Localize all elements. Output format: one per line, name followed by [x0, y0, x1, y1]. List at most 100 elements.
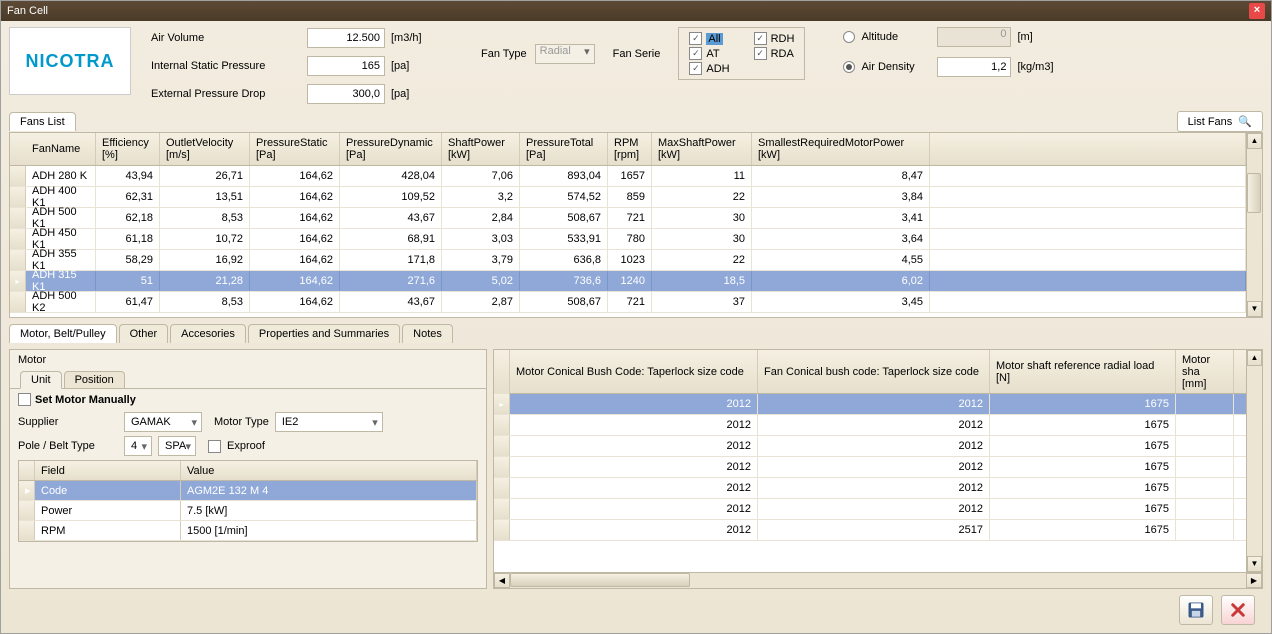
col-radial-load[interactable]: Motor shaft reference radial load[N] — [990, 350, 1176, 393]
save-button[interactable] — [1179, 595, 1213, 625]
table-row[interactable]: 201220121675 — [494, 436, 1246, 457]
motor-table: Field Value ▸CodeAGM2E 132 M 4Power7.5 [… — [18, 460, 478, 542]
isp-label: Internal Static Pressure — [151, 60, 301, 72]
close-icon[interactable]: × — [1249, 3, 1265, 19]
col-pressure-dynamic[interactable]: PressureDynamic[Pa] — [340, 133, 442, 165]
fan-serie-label: Fan Serie — [613, 48, 661, 60]
table-row[interactable]: ADH 500 K261,478,53164,6243,672,87508,67… — [10, 292, 1246, 313]
checkbox-adh[interactable] — [689, 62, 702, 75]
tab-other[interactable]: Other — [119, 324, 169, 343]
belt-dropdown[interactable]: SPA — [158, 436, 196, 456]
motor-type-dropdown[interactable]: IE2 — [275, 412, 383, 432]
table-row[interactable]: Power7.5 [kW] — [19, 501, 477, 521]
tab-unit[interactable]: Unit — [20, 371, 62, 389]
col-efficiency[interactable]: Efficiency[%] — [96, 133, 160, 165]
col-outlet-velocity[interactable]: OutletVelocity[m/s] — [160, 133, 250, 165]
table-row[interactable]: 201225171675 — [494, 520, 1246, 541]
table-row[interactable]: ▸CodeAGM2E 132 M 4 — [19, 481, 477, 501]
table-row[interactable]: 201220121675 — [494, 499, 1246, 520]
serie-adh: ADH — [706, 63, 729, 75]
checkbox-rdh[interactable] — [754, 32, 767, 45]
epd-input[interactable] — [307, 84, 385, 104]
table-row[interactable]: RPM1500 [1/min] — [19, 521, 477, 541]
table-row[interactable]: ▸201220121675 — [494, 394, 1246, 415]
table-row[interactable]: ADH 450 K161,1810,72164,6268,913,03533,9… — [10, 229, 1246, 250]
scroll-left-icon[interactable]: ◀ — [494, 573, 510, 588]
tab-fans-list[interactable]: Fans List — [9, 112, 76, 131]
col-pressure-static[interactable]: PressureStatic[Pa] — [250, 133, 340, 165]
close-button[interactable] — [1221, 595, 1255, 625]
epd-unit: [pa] — [391, 88, 431, 100]
checkbox-at[interactable] — [689, 47, 702, 60]
col-smallest-motor[interactable]: SmallestRequiredMotorPower[kW] — [752, 133, 930, 165]
scroll-up-icon[interactable]: ▲ — [1247, 350, 1262, 366]
col-max-shaft[interactable]: MaxShaftPower[kW] — [652, 133, 752, 165]
motor-content: Set Motor Manually Supplier GAMAK Motor … — [10, 388, 486, 588]
supplier-dropdown[interactable]: GAMAK — [124, 412, 202, 432]
set-manually-label: Set Motor Manually — [35, 394, 136, 406]
air-volume-input[interactable] — [307, 28, 385, 48]
table-row[interactable]: 201220121675 — [494, 457, 1246, 478]
bottom-section: Motor Unit Position Set Motor Manually S… — [9, 349, 1263, 589]
motor-panel: Motor Unit Position Set Motor Manually S… — [9, 349, 487, 589]
radio-air-density[interactable] — [843, 61, 855, 73]
scroll-right-icon[interactable]: ▶ — [1246, 573, 1262, 588]
checkbox-exproof[interactable] — [208, 440, 221, 453]
tabs-row: Fans List List Fans 🔍 — [9, 111, 1263, 132]
tab-properties[interactable]: Properties and Summaries — [248, 324, 400, 343]
col-motor-bush[interactable]: Motor Conical Bush Code: Taperlock size … — [510, 350, 758, 393]
col-fan-bush[interactable]: Fan Conical bush code: Taperlock size co… — [758, 350, 990, 393]
col-field[interactable]: Field — [35, 461, 181, 480]
scroll-down-icon[interactable]: ▼ — [1247, 301, 1262, 317]
col-fanname[interactable]: FanName — [26, 133, 96, 165]
col-motor-shaft[interactable]: Motor sha[mm] — [1176, 350, 1234, 393]
vertical-scrollbar[interactable]: ▲ ▼ — [1246, 133, 1262, 317]
checkbox-set-manually[interactable] — [18, 393, 31, 406]
air-density-label: Air Density — [861, 61, 931, 73]
h-scroll-thumb[interactable] — [510, 573, 690, 587]
horizontal-scrollbar[interactable]: ◀ ▶ — [494, 572, 1262, 588]
col-rpm[interactable]: RPM[rpm] — [608, 133, 652, 165]
col-value[interactable]: Value — [181, 461, 477, 480]
serie-rda: RDA — [771, 48, 794, 60]
right-vertical-scrollbar[interactable]: ▲ ▼ — [1246, 350, 1262, 572]
table-row[interactable]: ADH 280 K43,9426,71164,62428,047,06893,0… — [10, 166, 1246, 187]
table-row[interactable]: 201220121675 — [494, 478, 1246, 499]
serie-all: All — [706, 33, 722, 45]
fan-type-dropdown[interactable]: Radial — [535, 44, 595, 64]
pole-dropdown[interactable]: 4 — [124, 436, 152, 456]
isp-input[interactable] — [307, 56, 385, 76]
tab-motor-belt[interactable]: Motor, Belt/Pulley — [9, 324, 117, 343]
air-density-input[interactable] — [937, 57, 1011, 77]
scroll-down-icon[interactable]: ▼ — [1247, 556, 1262, 572]
pole-label: Pole / Belt Type — [18, 440, 118, 452]
scroll-thumb[interactable] — [1247, 173, 1261, 213]
list-fans-button[interactable]: List Fans 🔍 — [1177, 111, 1263, 132]
altitude-label: Altitude — [861, 31, 931, 43]
radio-altitude[interactable] — [843, 31, 855, 43]
checkbox-rda[interactable] — [754, 47, 767, 60]
altitude-input: 0 — [937, 27, 1011, 47]
params: Air Volume [m3/h] Internal Static Pressu… — [151, 27, 431, 105]
table-row[interactable]: ADH 355 K158,2916,92164,62171,83,79636,8… — [10, 250, 1246, 271]
motor-type-label: Motor Type — [214, 416, 269, 428]
table-row[interactable]: ADH 500 K162,188,53164,6243,672,84508,67… — [10, 208, 1246, 229]
table-row[interactable]: ADH 400 K162,3113,51164,62109,523,2574,5… — [10, 187, 1246, 208]
tab-position[interactable]: Position — [64, 371, 125, 389]
table-row[interactable]: ▸ADH 315 K15121,28164,62271,65,02736,612… — [10, 271, 1246, 292]
titlebar: Fan Cell × — [1, 1, 1271, 21]
checkbox-all[interactable] — [689, 32, 702, 45]
motor-legend: Motor — [18, 354, 46, 366]
air-volume-unit: [m3/h] — [391, 32, 431, 44]
grid-body: ADH 280 K43,9426,71164,62428,047,06893,0… — [10, 166, 1246, 313]
bush-grid: Motor Conical Bush Code: Taperlock size … — [493, 349, 1263, 589]
tab-notes[interactable]: Notes — [402, 324, 453, 343]
scroll-up-icon[interactable]: ▲ — [1247, 133, 1262, 149]
table-row[interactable]: 201220121675 — [494, 415, 1246, 436]
fan-type-label: Fan Type — [481, 48, 527, 60]
fans-grid: FanName Efficiency[%] OutletVelocity[m/s… — [9, 132, 1263, 318]
tab-accessories[interactable]: Accesories — [170, 324, 246, 343]
col-pressure-total[interactable]: PressureTotal[Pa] — [520, 133, 608, 165]
col-shaft-power[interactable]: ShaftPower[kW] — [442, 133, 520, 165]
exproof-label: Exproof — [227, 440, 265, 452]
